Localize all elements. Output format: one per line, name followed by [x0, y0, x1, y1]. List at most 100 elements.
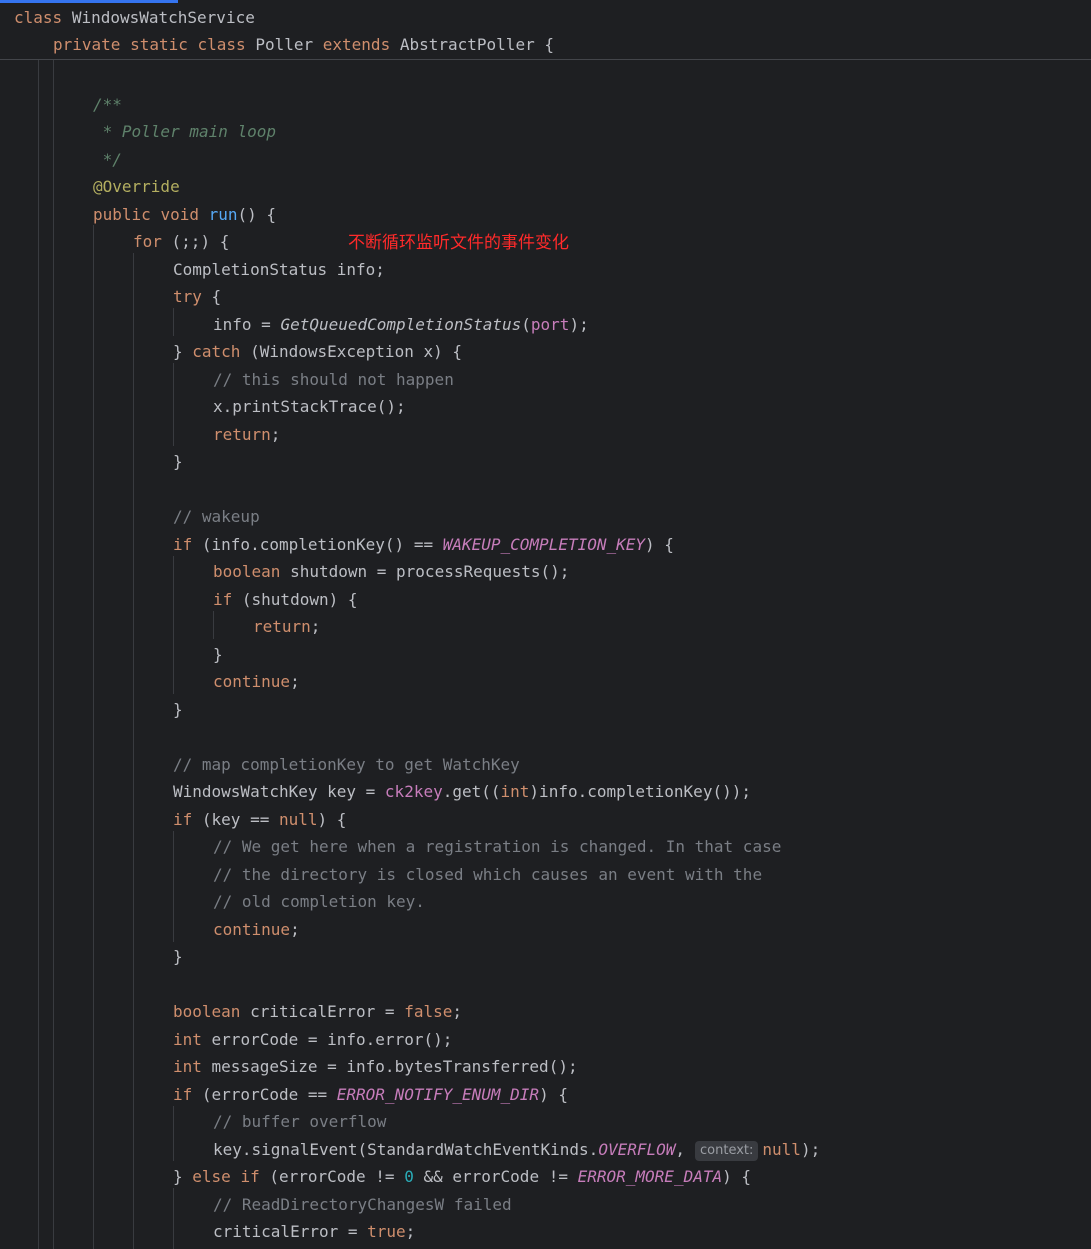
code-line[interactable]: return; [253, 613, 320, 640]
keyword: class [197, 35, 246, 54]
code-line[interactable]: if (shutdown) { [213, 586, 358, 613]
indent-guide [173, 556, 174, 694]
code-line[interactable]: // old completion key. [213, 888, 425, 915]
constant: WAKEUP_COMPLETION_KEY [442, 535, 646, 554]
keyword: if [173, 535, 193, 554]
code-line[interactable]: continue; [213, 916, 300, 943]
code-line[interactable]: int messageSize = info.bytesTransferred(… [173, 1053, 578, 1080]
keyword: return [213, 425, 271, 444]
constant: ERROR_MORE_DATA [577, 1167, 723, 1186]
code-line[interactable]: */ [93, 146, 122, 173]
code-text: ) { [539, 1085, 568, 1104]
code-line[interactable]: info = GetQueuedCompletionStatus(port); [213, 311, 589, 338]
code-line[interactable]: } [173, 696, 183, 723]
keyword: extends [322, 35, 391, 54]
code-text: , [675, 1140, 686, 1159]
code-text: messageSize = info.bytesTransferred(); [201, 1057, 578, 1076]
keyword: false [404, 1002, 453, 1021]
code-editor[interactable]: /** * Poller main loop */ @Override publ… [0, 60, 1091, 1249]
code-text: .get(( [442, 782, 501, 801]
keyword: boolean [213, 562, 281, 581]
code-text: (info.completionKey() == [192, 535, 443, 554]
code-line[interactable]: } [173, 943, 183, 970]
annotation-note: 不断循环监听文件的事件变化 [348, 233, 569, 253]
code-text: ) { [317, 810, 347, 829]
keyword: continue [213, 920, 291, 939]
code-line[interactable]: /** [93, 91, 122, 118]
code-text: (shutdown) { [232, 590, 358, 609]
keyword: true [367, 1222, 406, 1241]
code-text: ) { [722, 1167, 752, 1186]
code-text: && errorCode != [413, 1167, 578, 1186]
code-line[interactable]: try { [173, 283, 221, 310]
sticky-scroll-header[interactable]: class WindowsWatchService private static… [0, 3, 1091, 60]
sticky-line-poller[interactable]: private static class Poller extends Abst… [53, 32, 554, 58]
method-name: run [208, 205, 238, 224]
code-line[interactable]: return; [213, 421, 280, 448]
code-text: ) { [645, 535, 674, 554]
keyword: int [173, 1057, 202, 1076]
keyword: class [14, 8, 63, 27]
keyword: int [500, 782, 530, 801]
code-line[interactable]: // this should not happen [213, 366, 454, 393]
code-text: ( [521, 315, 531, 334]
sticky-line-class[interactable]: class WindowsWatchService [14, 5, 255, 31]
code-line[interactable]: } [213, 641, 223, 668]
code-line[interactable]: boolean shutdown = processRequests(); [213, 558, 569, 585]
keyword: if [213, 590, 233, 609]
code-line[interactable]: key.signalEvent(StandardWatchEventKinds.… [213, 1136, 820, 1163]
constant: ERROR_NOTIFY_ENUM_DIR [336, 1085, 540, 1104]
code-line[interactable]: // the directory is closed which causes … [213, 861, 762, 888]
keyword: if [173, 1085, 193, 1104]
code-line[interactable]: // map completionKey to get WatchKey [173, 751, 520, 778]
code-text: (errorCode == [192, 1085, 337, 1104]
code-line[interactable]: } catch (WindowsException x) { [173, 338, 462, 365]
keyword: int [173, 1030, 202, 1049]
code-line[interactable]: // wakeup [173, 503, 260, 530]
indent-guide [133, 253, 134, 1249]
code-line[interactable]: // ReadDirectoryChangesW failed [213, 1191, 512, 1218]
parent-class-name: AbstractPoller [399, 35, 535, 54]
keyword: null [278, 810, 318, 829]
code-line[interactable]: for (;;) { [133, 228, 229, 255]
indent-guide [173, 363, 174, 446]
keyword: else [192, 1167, 231, 1186]
code-line[interactable]: criticalError = true; [213, 1218, 415, 1245]
code-line[interactable]: x.printStackTrace(); [213, 393, 406, 420]
code-line[interactable]: * Poller main loop [93, 118, 276, 145]
code-line[interactable]: // buffer overflow [213, 1108, 386, 1135]
keyword: if [240, 1167, 260, 1186]
code-line[interactable]: CompletionStatus info; [173, 256, 385, 283]
indent-guide [173, 1188, 174, 1249]
keyword: private [53, 35, 121, 54]
code-text: (key == [192, 810, 279, 829]
keyword: if [173, 810, 193, 829]
code-line[interactable]: WindowsWatchKey key = ck2key.get((int)in… [173, 778, 751, 805]
code-line[interactable]: } [173, 448, 183, 475]
class-name: WindowsWatchService [71, 8, 255, 27]
code-line[interactable]: public void run() { [93, 201, 276, 228]
code-line[interactable]: if (errorCode == ERROR_NOTIFY_ENUM_DIR) … [173, 1081, 568, 1108]
parameter-hint: context: [695, 1141, 759, 1161]
indent-guide [93, 225, 94, 1249]
code-line[interactable]: if (info.completionKey() == WAKEUP_COMPL… [173, 531, 674, 558]
code-text: )info.completionKey()); [529, 782, 751, 801]
code-line[interactable]: } else if (errorCode != 0 && errorCode !… [173, 1163, 751, 1190]
keyword: public [93, 205, 151, 224]
code-text: (errorCode != [259, 1167, 405, 1186]
indent-guide [53, 60, 54, 1249]
code-text: () { [237, 205, 277, 224]
code-line[interactable]: int errorCode = info.error(); [173, 1026, 452, 1053]
code-text: errorCode = info.error(); [201, 1030, 453, 1049]
code-line[interactable]: boolean criticalError = false; [173, 998, 462, 1025]
class-name: Poller [255, 35, 314, 54]
code-line[interactable]: // We get here when a registration is ch… [213, 833, 781, 860]
keyword: boolean [173, 1002, 241, 1021]
code-line[interactable]: continue; [213, 668, 300, 695]
code-text: { [201, 287, 222, 306]
code-line[interactable]: @Override [93, 173, 180, 200]
code-text: WindowsWatchKey key = [173, 782, 385, 801]
code-line[interactable]: if (key == null) { [173, 806, 346, 833]
code-text: ; [405, 1222, 416, 1241]
keyword: catch [192, 342, 241, 361]
